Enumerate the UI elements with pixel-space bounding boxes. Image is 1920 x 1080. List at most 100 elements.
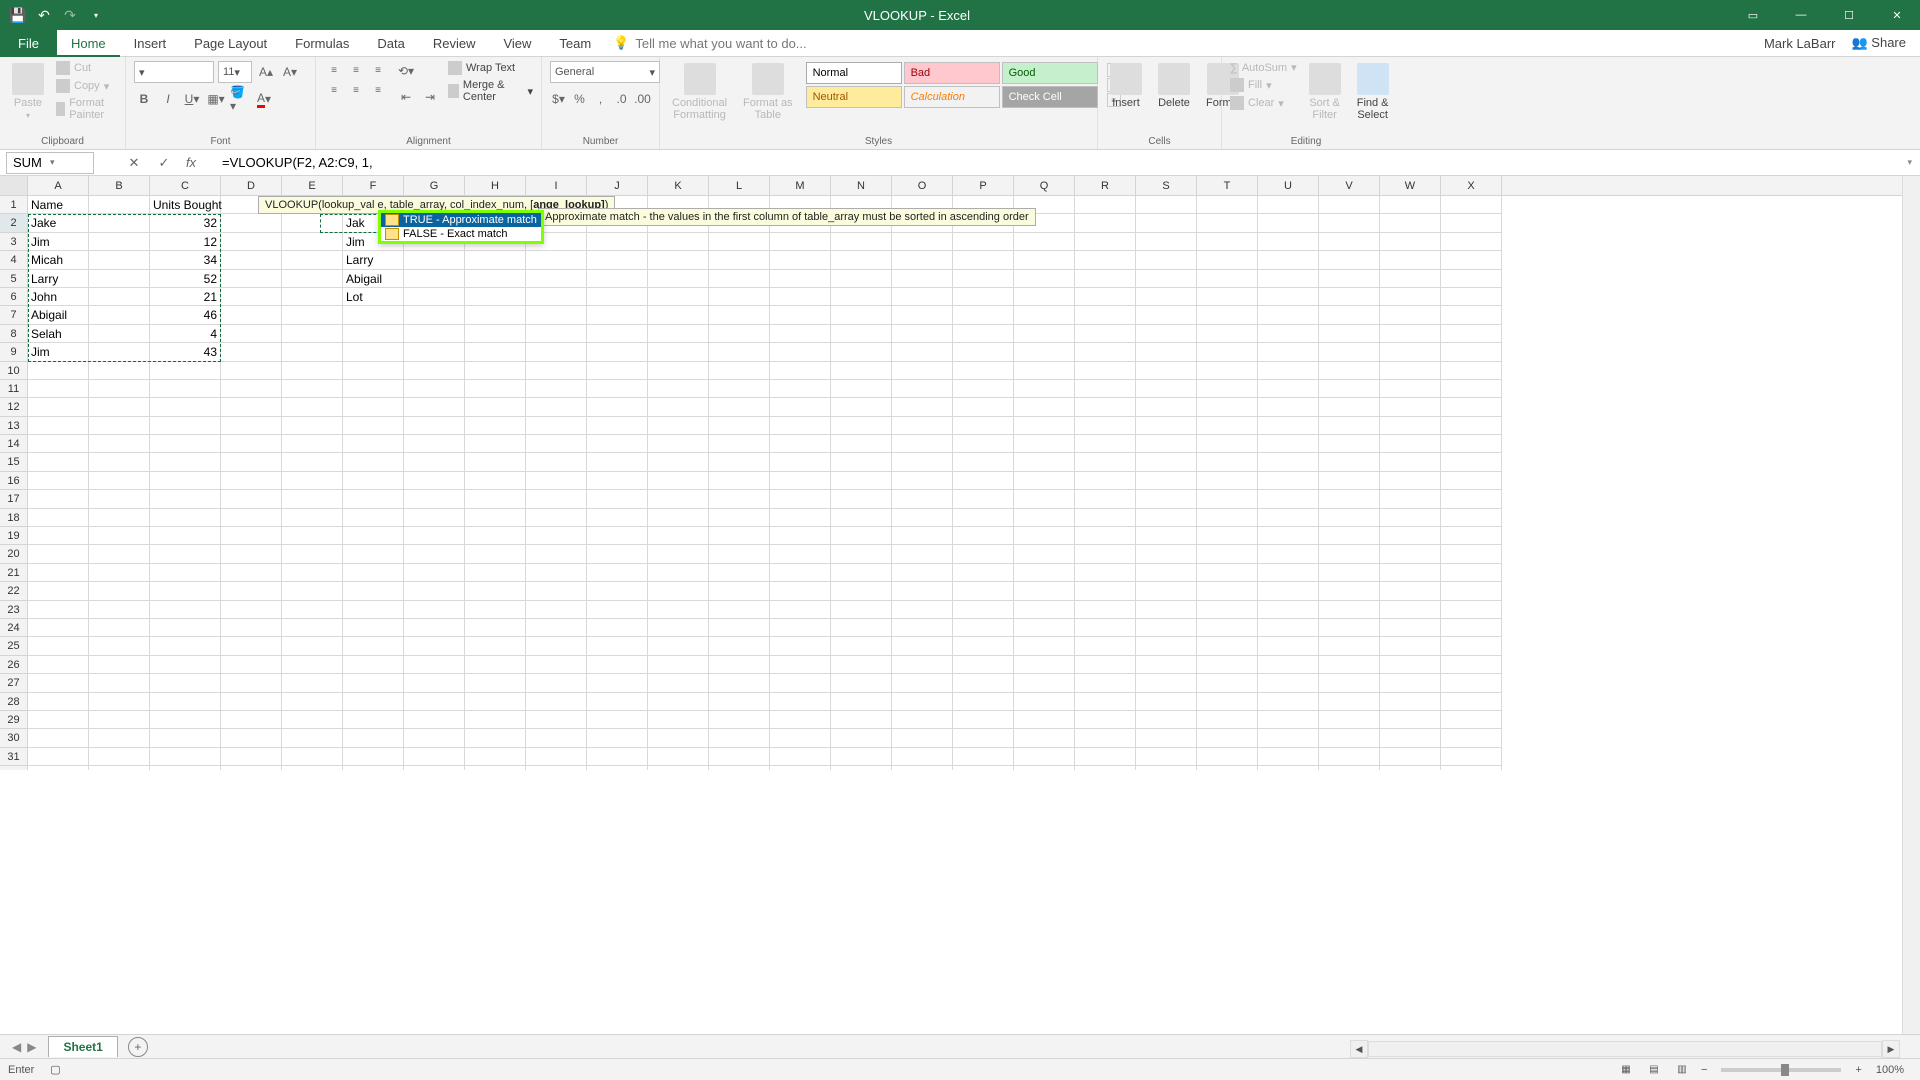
bold-button[interactable]: B <box>134 89 154 109</box>
cell[interactable] <box>89 693 150 711</box>
cell[interactable] <box>709 601 770 619</box>
cut-button[interactable]: Cut <box>56 61 117 75</box>
cell[interactable] <box>648 509 709 527</box>
column-header[interactable]: W <box>1380 176 1441 195</box>
cell[interactable] <box>1136 527 1197 545</box>
cell[interactable] <box>1197 196 1258 214</box>
cell[interactable] <box>282 582 343 600</box>
cell[interactable] <box>526 545 587 563</box>
cell[interactable] <box>892 288 953 306</box>
cell[interactable] <box>770 362 831 380</box>
cell[interactable] <box>1136 766 1197 770</box>
row-header[interactable]: 13 <box>0 417 28 435</box>
font-size-combo[interactable]: 11▾ <box>218 61 252 83</box>
cell[interactable] <box>1014 509 1075 527</box>
cell[interactable] <box>1319 748 1380 766</box>
cell[interactable] <box>648 490 709 508</box>
cell[interactable] <box>282 748 343 766</box>
cell[interactable] <box>770 766 831 770</box>
decrease-decimal-icon[interactable]: .00 <box>634 89 651 109</box>
cell[interactable] <box>1319 582 1380 600</box>
cell[interactable] <box>1136 435 1197 453</box>
cell[interactable] <box>1319 656 1380 674</box>
column-header[interactable]: U <box>1258 176 1319 195</box>
cell[interactable] <box>1197 509 1258 527</box>
cell[interactable] <box>1319 601 1380 619</box>
cell[interactable] <box>831 656 892 674</box>
cell[interactable] <box>404 619 465 637</box>
cell[interactable]: Abigail <box>343 270 404 288</box>
cell[interactable] <box>953 656 1014 674</box>
cell[interactable] <box>1197 674 1258 692</box>
cell[interactable] <box>343 490 404 508</box>
cell[interactable] <box>648 693 709 711</box>
cell[interactable] <box>953 674 1014 692</box>
cell[interactable] <box>282 674 343 692</box>
cell[interactable] <box>1136 380 1197 398</box>
share-button[interactable]: 👥 Share <box>1851 35 1906 51</box>
cell[interactable] <box>892 766 953 770</box>
cell[interactable] <box>465 545 526 563</box>
cell[interactable] <box>1136 233 1197 251</box>
cell[interactable] <box>1258 251 1319 269</box>
row-header[interactable]: 16 <box>0 472 28 490</box>
cell[interactable] <box>587 398 648 416</box>
cell[interactable] <box>892 656 953 674</box>
cell[interactable] <box>526 288 587 306</box>
cell[interactable] <box>89 398 150 416</box>
cell[interactable] <box>1197 748 1258 766</box>
redo-icon[interactable]: ↷ <box>62 7 78 23</box>
cell[interactable] <box>404 601 465 619</box>
cell[interactable] <box>526 582 587 600</box>
cell[interactable] <box>709 306 770 324</box>
cell[interactable] <box>221 270 282 288</box>
cell[interactable] <box>404 545 465 563</box>
column-header[interactable]: L <box>709 176 770 195</box>
cell[interactable] <box>1319 196 1380 214</box>
cancel-formula-button[interactable]: ✕ <box>124 155 144 171</box>
tab-page-layout[interactable]: Page Layout <box>180 30 281 57</box>
cell[interactable] <box>1075 233 1136 251</box>
cell[interactable] <box>892 564 953 582</box>
cell[interactable] <box>1441 343 1502 361</box>
cell[interactable] <box>770 270 831 288</box>
cell[interactable] <box>526 380 587 398</box>
cell[interactable] <box>1319 233 1380 251</box>
cell[interactable]: Abigail <box>28 306 89 324</box>
ribbon-options-icon[interactable]: ▭ <box>1730 0 1776 30</box>
cell[interactable] <box>953 398 1014 416</box>
cell[interactable] <box>770 527 831 545</box>
cell[interactable] <box>1075 490 1136 508</box>
cell[interactable] <box>282 472 343 490</box>
cell[interactable] <box>1197 214 1258 232</box>
cell[interactable] <box>343 656 404 674</box>
cell[interactable] <box>465 490 526 508</box>
italic-button[interactable]: I <box>158 89 178 109</box>
cell[interactable] <box>1319 619 1380 637</box>
cell[interactable] <box>892 637 953 655</box>
cell[interactable] <box>89 196 150 214</box>
cell[interactable] <box>770 288 831 306</box>
cell[interactable] <box>404 435 465 453</box>
cell[interactable] <box>150 435 221 453</box>
cell[interactable] <box>1319 398 1380 416</box>
cell[interactable] <box>89 674 150 692</box>
cell[interactable] <box>526 270 587 288</box>
cell[interactable] <box>709 251 770 269</box>
cell[interactable] <box>648 601 709 619</box>
cell[interactable] <box>1319 362 1380 380</box>
font-name-combo[interactable]: ▾ <box>134 61 214 83</box>
undo-icon[interactable]: ↶ <box>36 7 52 23</box>
cell[interactable] <box>892 729 953 747</box>
cell[interactable] <box>892 380 953 398</box>
cell[interactable] <box>1319 288 1380 306</box>
cell[interactable] <box>1258 196 1319 214</box>
cell[interactable] <box>831 306 892 324</box>
row-header[interactable]: 26 <box>0 656 28 674</box>
decrease-indent-icon[interactable]: ⇤ <box>396 87 416 107</box>
cell[interactable] <box>28 472 89 490</box>
cell[interactable] <box>221 233 282 251</box>
cell[interactable] <box>465 748 526 766</box>
cell[interactable] <box>1014 601 1075 619</box>
cell[interactable] <box>770 729 831 747</box>
